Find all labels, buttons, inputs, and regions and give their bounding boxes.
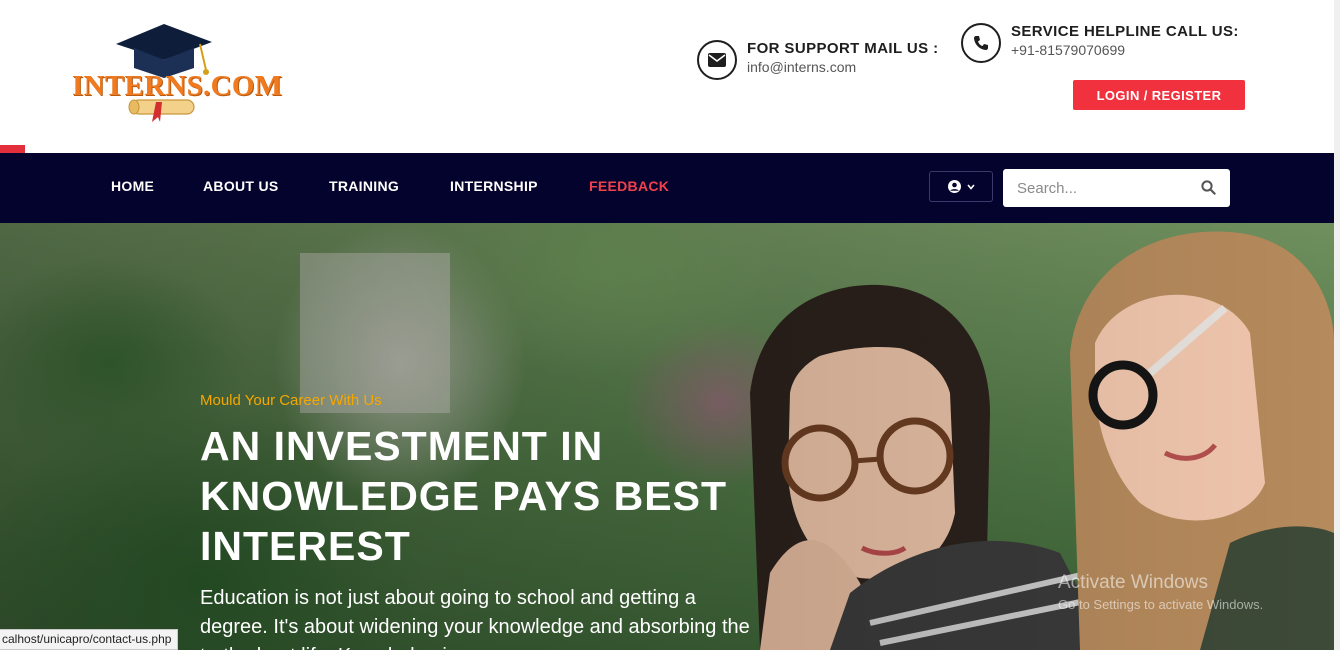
support-mail: FOR SUPPORT MAIL US : info@interns.com xyxy=(697,40,938,80)
user-circle-icon xyxy=(947,180,961,193)
chevron-down-icon xyxy=(966,183,975,190)
nav-about-us[interactable]: ABOUT US xyxy=(203,178,279,194)
search-icon[interactable] xyxy=(1201,180,1216,195)
phone-icon xyxy=(961,23,1001,63)
watermark-line-2: Go to Settings to activate Windows. xyxy=(1058,597,1264,612)
service-helpline: SERVICE HELPLINE CALL US: +91-8157907069… xyxy=(961,23,1241,63)
user-menu-button[interactable] xyxy=(929,171,993,202)
windows-activation-watermark: Activate Windows Go to Settings to activ… xyxy=(1058,572,1263,612)
helpline-title: SERVICE HELPLINE CALL US: xyxy=(1011,23,1239,40)
search-input[interactable] xyxy=(1003,169,1193,207)
nav-training[interactable]: TRAINING xyxy=(329,178,399,194)
nav-internship[interactable]: INTERNSHIP xyxy=(450,178,538,194)
mail-address[interactable]: info@interns.com xyxy=(747,59,938,75)
helpline-number[interactable]: +91-81579070699 xyxy=(1011,42,1241,58)
hero-kicker: Mould Your Career With Us xyxy=(200,392,382,409)
envelope-icon xyxy=(697,40,737,80)
login-register-button[interactable]: LOGIN / REGISTER xyxy=(1073,80,1245,110)
site-header: INTERNS.COM FOR SUPPORT MAIL US : info@i… xyxy=(0,0,1334,153)
page-scrollbar[interactable] xyxy=(1334,0,1340,650)
nav-feedback[interactable]: FEEDBACK xyxy=(589,178,669,194)
hero-description: Education is not just about going to sch… xyxy=(200,587,750,650)
search-box xyxy=(1003,169,1230,207)
mail-title: FOR SUPPORT MAIL US : xyxy=(747,40,939,57)
site-logo[interactable]: INTERNS.COM xyxy=(72,22,282,124)
diploma-scroll-icon xyxy=(128,99,195,122)
page: INTERNS.COM FOR SUPPORT MAIL US : info@i… xyxy=(0,0,1340,650)
hero-title: AN INVESTMENT IN KNOWLEDGE PAYS BEST INT… xyxy=(200,423,728,569)
browser-status-url: calhost/unicapro/contact-us.php xyxy=(0,629,179,650)
nav-home[interactable]: HOME xyxy=(111,178,154,194)
watermark-line-1: Activate Windows xyxy=(1058,572,1208,593)
